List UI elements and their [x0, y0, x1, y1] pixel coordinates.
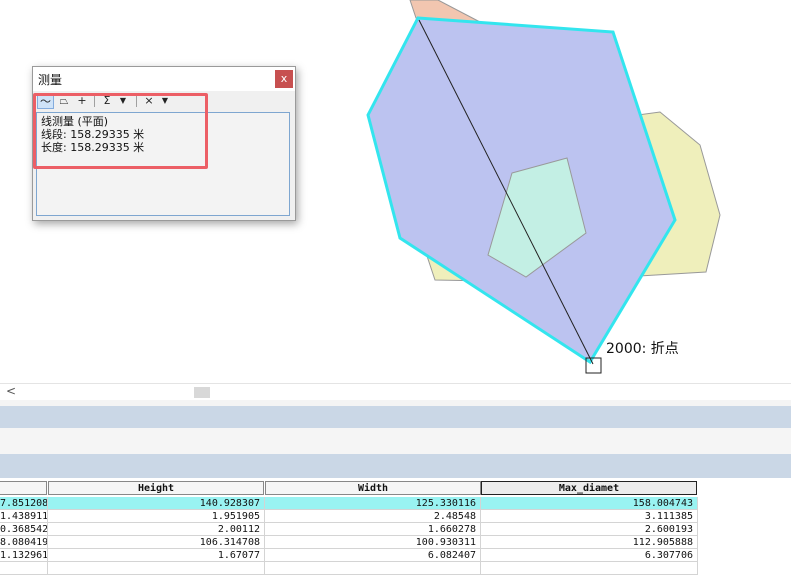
table-cell: [265, 562, 481, 575]
table-cell: 3.111385: [481, 510, 698, 523]
table-cell: 1.951905: [48, 510, 265, 523]
table-row[interactable]: 1.438911 1.951905 2.48548 3.111385: [0, 510, 698, 523]
table-cell: 1.438911: [0, 510, 48, 523]
table-cell: 8.080419: [0, 536, 48, 549]
table-cell: [48, 562, 265, 575]
dialog-titlebar[interactable]: 测量 x: [33, 67, 295, 91]
table-cell: 7.851208: [0, 497, 48, 510]
table-cell: 140.928307: [48, 497, 265, 510]
column-header-max-diamet[interactable]: Max_diamet: [481, 481, 697, 495]
table-cell: 1.132961: [0, 549, 48, 562]
scroll-left-icon[interactable]: <: [6, 384, 16, 398]
table-row[interactable]: 7.851208 140.928307 125.330116 158.00474…: [0, 497, 698, 510]
column-header[interactable]: [0, 481, 47, 495]
panel-toolbar-band: [0, 428, 791, 454]
table-row[interactable]: [0, 562, 698, 575]
table-cell: 2.48548: [265, 510, 481, 523]
table-cell: 6.082407: [265, 549, 481, 562]
table-cell: 2.00112: [48, 523, 265, 536]
attribute-table[interactable]: Height Width Max_diamet 7.851208 140.928…: [0, 478, 791, 576]
table-row[interactable]: 1.132961 1.67077 6.082407 6.307706: [0, 549, 698, 562]
snap-tooltip: 2000: 折点: [606, 341, 679, 357]
table-cell: 1.67077: [48, 549, 265, 562]
table-cell: 6.307706: [481, 549, 698, 562]
table-cell: 2.600193: [481, 523, 698, 536]
table-title-band: [0, 454, 791, 478]
table-cell: 0.368542: [0, 523, 48, 536]
highlight-box-results: [33, 93, 208, 169]
table-cell: 112.905888: [481, 536, 698, 549]
scroll-thumb[interactable]: [194, 387, 210, 398]
table-row[interactable]: 8.080419 106.314708 100.930311 112.90588…: [0, 536, 698, 549]
table-cell: 125.330116: [265, 497, 481, 510]
column-header-height[interactable]: Height: [48, 481, 264, 495]
dialog-title: 测量: [38, 73, 63, 87]
panel-header-band: [0, 406, 791, 428]
table-row[interactable]: 0.368542 2.00112 1.660278 2.600193: [0, 523, 698, 536]
table-cell: 106.314708: [48, 536, 265, 549]
table-cell: [0, 562, 48, 575]
table-cell: 1.660278: [265, 523, 481, 536]
table-cell: 100.930311: [265, 536, 481, 549]
table-cell: [481, 562, 698, 575]
close-button[interactable]: x: [275, 70, 293, 88]
column-header-width[interactable]: Width: [265, 481, 481, 495]
horizontal-scrollbar[interactable]: <: [0, 383, 791, 400]
table-cell: 158.004743: [481, 497, 698, 510]
